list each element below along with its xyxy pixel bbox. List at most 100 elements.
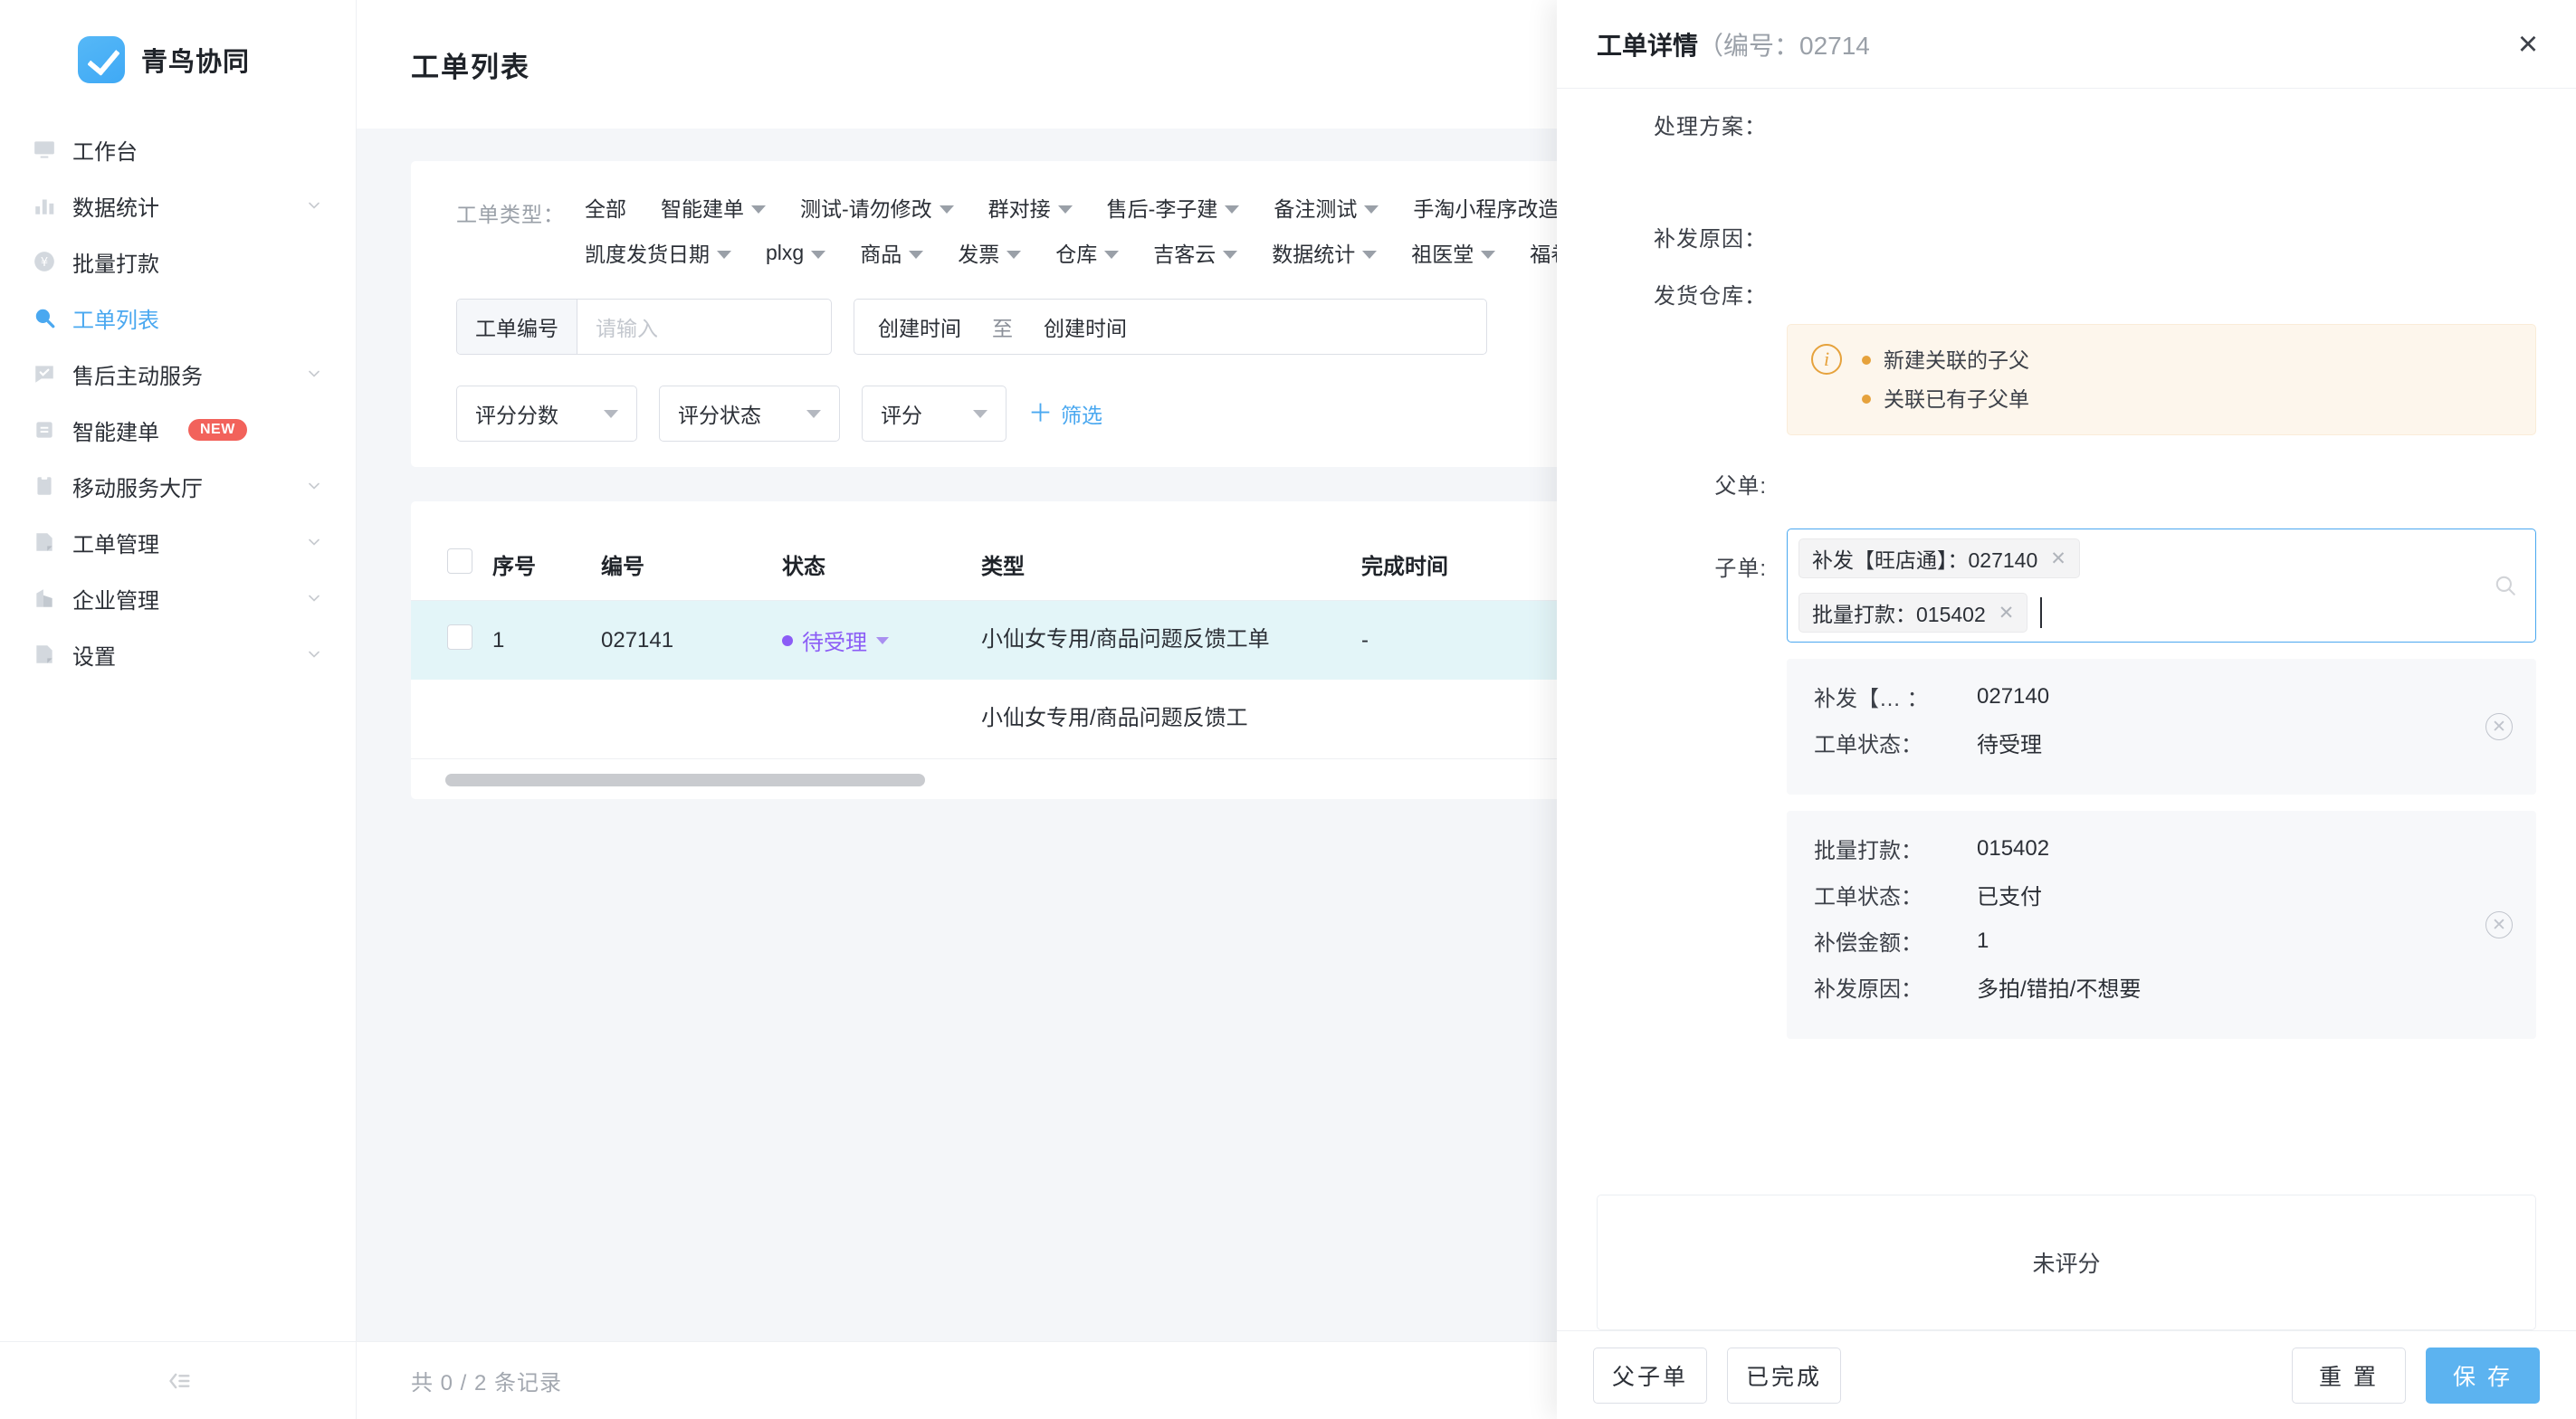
ticket-no-input[interactable]: 请输入 xyxy=(577,300,831,354)
cell-type-text: 小仙女专用/商品问题反馈工单 xyxy=(981,627,1270,652)
caret-down-icon xyxy=(1225,205,1240,214)
text-cursor xyxy=(2040,597,2043,629)
sidebar-item-mobile-service-hall[interactable]: 移动服务大厅 xyxy=(0,458,356,514)
sidebar-item-label: 批量打款 xyxy=(72,252,159,277)
type-tag[interactable]: plxg xyxy=(766,237,826,268)
chevron-down-icon xyxy=(305,196,323,214)
plus-icon: ＋ xyxy=(1028,399,1053,427)
caret-down-icon xyxy=(909,250,924,259)
type-tag[interactable]: 仓库 xyxy=(1055,237,1120,268)
bar-chart-icon xyxy=(33,194,56,217)
close-small-icon[interactable]: ✕ xyxy=(1999,602,2015,624)
sidebar-item-enterprise-management[interactable]: 企业管理 xyxy=(0,570,356,626)
search-icon[interactable] xyxy=(2494,574,2517,597)
sidebar-item-ticket-management[interactable]: 工单管理 xyxy=(0,514,356,570)
type-tag[interactable]: 祖医堂 xyxy=(1411,237,1496,268)
close-icon[interactable]: × xyxy=(2507,24,2549,65)
score-text: 未评分 xyxy=(2032,1252,2101,1277)
header-number: 编号 xyxy=(601,529,782,601)
create-time-range[interactable]: 创建时间 至 创建时间 xyxy=(854,299,1487,355)
caret-down-icon xyxy=(1364,205,1379,214)
completed-button[interactable]: 已完成 xyxy=(1727,1347,1841,1404)
remove-circle-icon[interactable]: ✕ xyxy=(2485,713,2513,741)
select-all-header xyxy=(411,529,492,601)
child-card-key: 批量打款： xyxy=(1814,839,1922,864)
type-tag[interactable]: 备注测试 xyxy=(1274,192,1379,223)
collapse-sidebar-icon[interactable] xyxy=(163,1366,194,1396)
type-tag[interactable]: 数据统计 xyxy=(1272,237,1378,268)
close-small-icon[interactable]: ✕ xyxy=(2050,548,2066,570)
type-tag[interactable]: 吉客云 xyxy=(1153,237,1238,268)
sidebar-item-batch-payment[interactable]: ¥ 批量打款 xyxy=(0,233,356,290)
alert-item: 关联已有子父单 xyxy=(1862,380,2029,419)
cell-status[interactable]: 待受理 xyxy=(782,600,981,680)
type-tag[interactable]: 智能建单 xyxy=(661,192,766,223)
page-title: 工单列表 xyxy=(411,51,530,83)
caret-down-icon xyxy=(876,636,889,644)
caret-down-icon xyxy=(811,250,826,259)
check-logo-icon xyxy=(78,36,125,83)
date-end-input[interactable]: 创建时间 xyxy=(1044,311,1127,342)
sidebar-item-smart-ticket[interactable]: 智能建单 NEW xyxy=(0,402,356,458)
selected-tag[interactable]: 补发【旺店通】：027140 ✕ xyxy=(1798,538,2080,579)
drawer-title: 工单详情（编号：02714 xyxy=(1597,26,1870,62)
header-status: 状态 xyxy=(782,529,981,601)
child-card-value[interactable]: 015402 xyxy=(1977,836,2049,862)
alert-text: 新建关联的子父 xyxy=(1884,348,2029,372)
child-ticket-tag-input[interactable]: 补发【旺店通】：027140 ✕ 批量打款：015402 ✕ xyxy=(1787,529,2536,643)
caret-down-icon xyxy=(1104,250,1120,259)
select-label: 评分 xyxy=(881,404,922,427)
add-filter-label: 筛选 xyxy=(1061,404,1102,427)
row-select-cell xyxy=(411,680,492,758)
tag-label: 批量打款：015402 xyxy=(1812,603,1986,627)
score-value-select[interactable]: 评分分数 xyxy=(456,386,637,442)
info-circle-icon: i xyxy=(1811,344,1842,375)
score-select[interactable]: 评分 xyxy=(862,386,1007,442)
selected-tag[interactable]: 批量打款：015402 ✕ xyxy=(1798,593,2028,633)
doc-icon xyxy=(33,643,56,666)
child-ticket-card: 补发【… ： 027140 工单状态： 待受理 ✕ xyxy=(1787,659,2536,795)
sidebar-item-settings[interactable]: 设置 xyxy=(0,626,356,682)
type-tag[interactable]: 手淘小程序改造 xyxy=(1413,192,1581,223)
drawer-title-sub: （编号：02714 xyxy=(1698,31,1870,60)
ticket-no-field: 工单编号 请输入 xyxy=(456,299,832,355)
caret-down-icon xyxy=(939,205,954,214)
list-icon xyxy=(33,418,56,442)
reset-button[interactable]: 重 置 xyxy=(2292,1347,2406,1404)
svg-text:¥: ¥ xyxy=(41,256,48,270)
sidebar-item-aftersale-service[interactable]: 售后主动服务 xyxy=(0,346,356,402)
date-start-input[interactable]: 创建时间 xyxy=(878,311,961,342)
child-card-key: 补偿金额： xyxy=(1814,931,1922,957)
row-checkbox[interactable] xyxy=(447,624,472,650)
type-tag-label: plxg xyxy=(766,240,805,264)
save-button[interactable]: 保 存 xyxy=(2426,1347,2540,1404)
child-card-value: 1 xyxy=(1977,928,1989,953)
type-tag[interactable]: 商品 xyxy=(860,237,924,268)
type-tag[interactable]: 发票 xyxy=(958,237,1022,268)
sidebar-item-statistics[interactable]: 数据统计 xyxy=(0,177,356,233)
add-filter-button[interactable]: ＋ 筛选 xyxy=(1028,398,1102,429)
child-ticket-card: 批量打款： 015402 工单状态： 已支付 补偿金额： 1 补发原因： 多拍/… xyxy=(1787,811,2536,1040)
type-tag[interactable]: 群对接 xyxy=(988,192,1073,223)
child-card-row: 补发【… ： 027140 xyxy=(1814,681,2509,712)
score-status-select[interactable]: 评分状态 xyxy=(659,386,840,442)
field-label: 父单: xyxy=(1714,474,1767,500)
type-tag[interactable]: 售后-李子建 xyxy=(1107,192,1240,223)
scrollbar-thumb[interactable] xyxy=(445,773,925,786)
sidebar-item-workbench[interactable]: 工作台 xyxy=(0,121,356,177)
cell-status xyxy=(782,680,981,758)
remove-circle-icon[interactable]: ✕ xyxy=(2485,911,2513,939)
clipboard-icon xyxy=(33,474,56,498)
brand-name: 青鸟协同 xyxy=(141,48,251,77)
monitor-icon xyxy=(33,138,56,161)
child-card-value: 多拍/错拍/不想要 xyxy=(1977,977,2142,1003)
type-tag[interactable]: 凯度发货日期 xyxy=(585,237,731,268)
type-tag[interactable]: 测试-请勿修改 xyxy=(800,192,954,223)
parent-child-button[interactable]: 父子单 xyxy=(1593,1347,1707,1404)
row-select-cell xyxy=(411,600,492,680)
alert-item: 新建关联的子父 xyxy=(1862,341,2029,380)
type-tag-all[interactable]: 全部 xyxy=(585,192,626,223)
sidebar-item-ticket-list[interactable]: 工单列表 xyxy=(0,290,356,346)
select-all-checkbox[interactable] xyxy=(447,548,472,574)
child-card-value[interactable]: 027140 xyxy=(1977,684,2049,710)
